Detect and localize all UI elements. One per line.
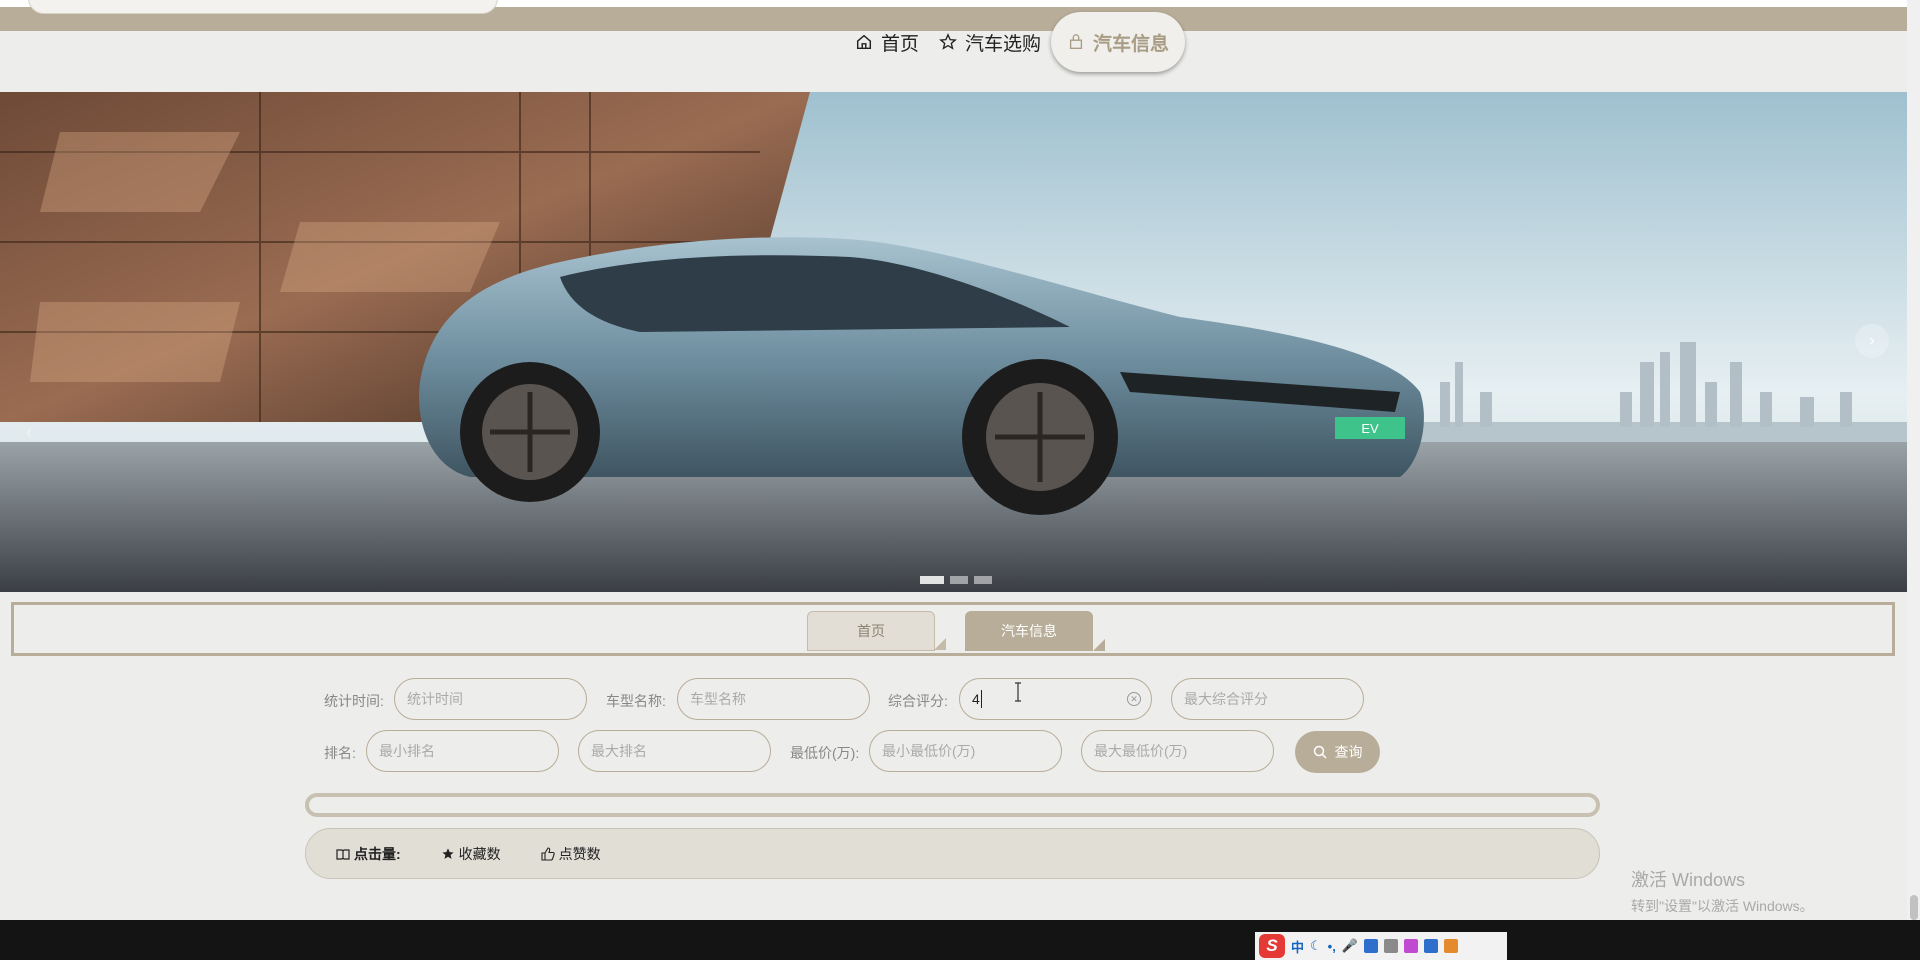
min-price-min-input[interactable]: 最小最低价(万): [869, 730, 1062, 772]
min-price-min-placeholder: 最小最低价(万): [882, 743, 976, 759]
carousel-dot[interactable]: [920, 576, 944, 584]
star-icon: [939, 33, 957, 50]
min-price-label: 最低价(万):: [790, 745, 860, 761]
license-plate: EV: [1361, 421, 1379, 436]
sort-likes[interactable]: 点赞数: [541, 844, 601, 864]
page-scrollbar[interactable]: [1907, 0, 1920, 920]
stat-time-label: 统计时间:: [324, 693, 384, 709]
scrollbar-thumb[interactable]: [1910, 895, 1918, 920]
stat-time-placeholder: 统计时间: [407, 691, 463, 707]
text-caret: [980, 690, 982, 708]
taskbar: [0, 920, 1920, 960]
nav-home[interactable]: 首页: [845, 12, 929, 72]
sort-favorites[interactable]: 收藏数: [441, 844, 501, 864]
min-score-value: 4: [972, 691, 980, 707]
ime-toolbar[interactable]: S 中 ☾ •, 🎤: [1255, 932, 1507, 960]
query-button[interactable]: 查询: [1295, 731, 1380, 773]
search-icon: [1313, 745, 1327, 759]
nav-car-select[interactable]: 汽车选购: [929, 12, 1051, 72]
sort-likes-label: 点赞数: [558, 845, 601, 862]
model-name-placeholder: 车型名称: [690, 691, 746, 707]
header-search-pill[interactable]: [28, 0, 498, 14]
min-price-max-placeholder: 最大最低价(万): [1094, 743, 1188, 759]
keyboard-icon[interactable]: [1364, 939, 1379, 953]
user-icon[interactable]: [1384, 939, 1399, 953]
nav-car-select-label: 汽车选购: [965, 33, 1042, 55]
nav-home-label: 首页: [881, 33, 920, 55]
watermark-line1: 激活 Windows: [1631, 870, 1746, 890]
breadcrumb-bar: 首页 汽车信息: [11, 602, 1895, 656]
rank-label: 排名:: [324, 745, 356, 761]
query-button-label: 查询: [1334, 744, 1363, 760]
banner-carousel[interactable]: EV ‹ ›: [0, 92, 1907, 592]
bag-icon: [1069, 34, 1083, 49]
banner-image: EV: [0, 92, 1907, 592]
model-name-label: 车型名称:: [606, 693, 666, 709]
results-empty-bar: [305, 793, 1600, 817]
nav-car-info-label: 汽车信息: [1093, 33, 1170, 55]
carousel-dot[interactable]: [950, 576, 968, 584]
breadcrumb-home[interactable]: 首页: [807, 611, 946, 651]
ime-mode[interactable]: 中: [1291, 937, 1304, 956]
stat-time-input[interactable]: 统计时间: [394, 678, 587, 720]
max-score-input[interactable]: 最大综合评分: [1171, 678, 1364, 720]
watermark-line2: 转到"设置"以激活 Windows。: [1631, 898, 1814, 914]
carousel-dot[interactable]: [974, 576, 992, 584]
main-nav: 首页 汽车选购 汽车信息: [845, 12, 1186, 72]
model-name-input[interactable]: 车型名称: [677, 678, 870, 720]
min-rank-input[interactable]: 最小排名: [366, 730, 559, 772]
sort-bar: 点击量: 收藏数 点赞数: [305, 828, 1600, 879]
sort-clicks-label: 点击量:: [354, 845, 401, 862]
toolbox-icon[interactable]: [1424, 939, 1439, 953]
max-rank-placeholder: 最大排名: [591, 743, 647, 759]
carousel-next-arrow[interactable]: ›: [1855, 324, 1889, 358]
min-rank-placeholder: 最小排名: [379, 743, 435, 759]
more-icon[interactable]: [1444, 939, 1459, 953]
sogou-logo-icon[interactable]: S: [1259, 934, 1285, 958]
ibeam-cursor-icon: [1015, 682, 1021, 702]
star-icon: [442, 847, 454, 859]
min-score-input[interactable]: 4 ✕: [959, 678, 1152, 720]
home-icon: [856, 34, 872, 50]
min-price-max-input[interactable]: 最大最低价(万): [1081, 730, 1274, 772]
book-icon: [336, 848, 350, 860]
thumbs-up-icon: [541, 846, 555, 861]
carousel-prev-arrow[interactable]: ‹: [26, 422, 32, 443]
carousel-indicators: [920, 576, 992, 584]
max-rank-input[interactable]: 最大排名: [578, 730, 771, 772]
sort-clicks[interactable]: 点击量:: [336, 844, 401, 864]
microphone-icon[interactable]: 🎤: [1342, 938, 1358, 954]
max-score-placeholder: 最大综合评分: [1184, 691, 1268, 707]
punctuation-icon[interactable]: •,: [1328, 939, 1336, 954]
breadcrumb-car-info[interactable]: 汽车信息: [965, 611, 1105, 651]
skin-icon[interactable]: [1404, 939, 1419, 953]
moon-icon[interactable]: ☾: [1310, 938, 1322, 954]
windows-activation-watermark: 激活 Windows 转到"设置"以激活 Windows。: [1631, 866, 1814, 916]
nav-car-info[interactable]: 汽车信息: [1051, 12, 1186, 72]
score-label: 综合评分:: [888, 693, 948, 709]
clear-icon[interactable]: ✕: [1127, 692, 1141, 706]
sort-favorites-label: 收藏数: [458, 845, 501, 862]
